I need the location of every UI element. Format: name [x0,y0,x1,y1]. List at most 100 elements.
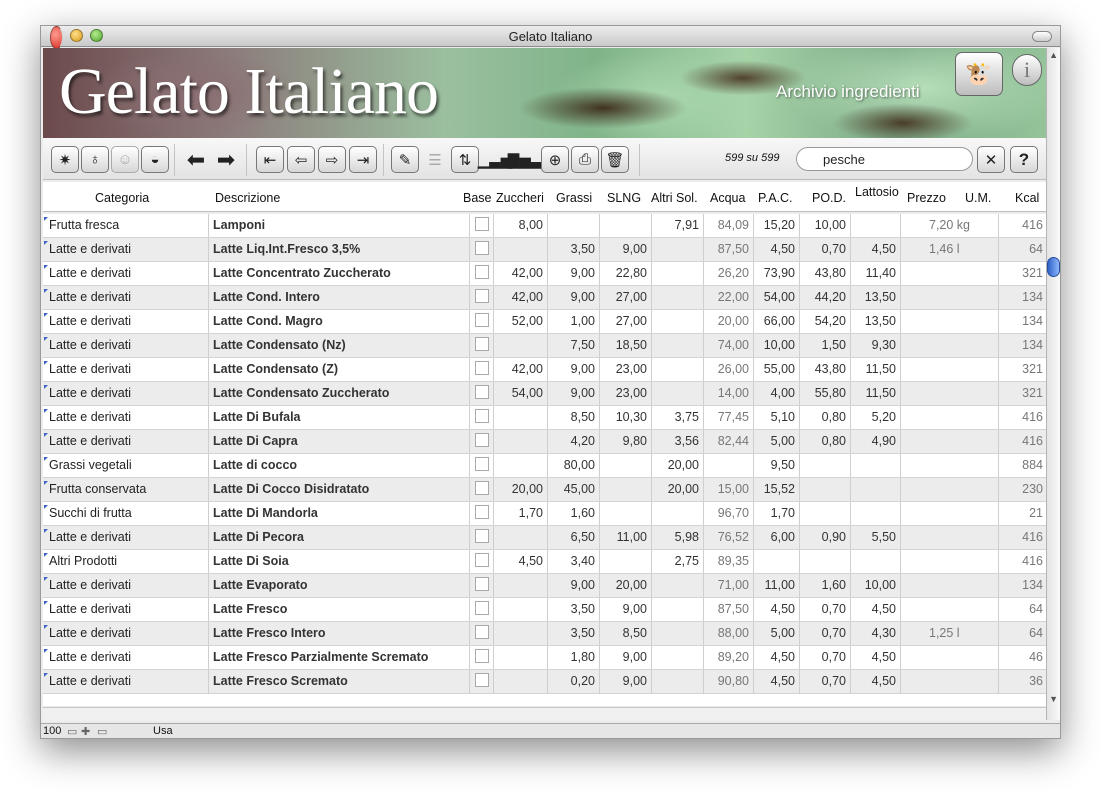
col-acqua[interactable]: Acqua [710,191,745,205]
cell-pod[interactable]: 0,90 [800,526,851,549]
cell-slng[interactable]: 9,00 [600,598,652,621]
cell-grassi[interactable]: 9,00 [548,382,600,405]
base-checkbox[interactable] [475,601,489,615]
ice-cream-icon[interactable]: ♁ [81,146,109,173]
cell-slng[interactable]: 22,80 [600,262,652,285]
table-row[interactable]: Latte e derivati Latte Condensato (Nz) 7,5… [43,334,1047,358]
cell-prezzo[interactable] [901,550,999,573]
col-pod[interactable]: PO.D. [812,191,846,205]
cell-zuccheri[interactable] [494,574,548,597]
search-input[interactable] [796,147,973,171]
cell-descrizione[interactable]: Latte Di Mandorla [210,502,470,525]
cell-prezzo[interactable] [901,478,999,501]
cell-lattosio[interactable]: 4,50 [851,646,901,669]
cell-prezzo[interactable] [901,406,999,429]
cell-lattosio[interactable]: 4,50 [851,598,901,621]
cell-pac[interactable] [754,550,800,573]
base-checkbox[interactable] [475,625,489,639]
cell-pod[interactable]: 0,80 [800,406,851,429]
cell-categoria[interactable]: Frutta fresca [43,214,209,237]
cell-zuccheri[interactable] [494,646,548,669]
cell-pac[interactable]: 10,00 [754,334,800,357]
sort-icon[interactable]: ⇅ [451,146,479,173]
base-checkbox[interactable] [475,289,489,303]
cell-descrizione[interactable]: Latte Concentrato Zuccherato [210,262,470,285]
cell-grassi[interactable]: 1,60 [548,502,600,525]
cell-lattosio[interactable]: 10,00 [851,574,901,597]
cell-lattosio[interactable] [851,502,901,525]
cell-pod[interactable] [800,454,851,477]
cell-categoria[interactable]: Latte e derivati [43,310,209,333]
compass-icon[interactable]: ✷ [51,146,79,173]
cell-prezzo[interactable] [901,598,999,621]
cell-acqua[interactable]: 77,45 [704,406,754,429]
cell-descrizione[interactable]: Latte Evaporato [210,574,470,597]
cell-slng[interactable]: 27,00 [600,286,652,309]
cell-prezzo[interactable] [901,286,999,309]
cell-slng[interactable]: 23,00 [600,358,652,381]
table-row[interactable]: Altri Prodotti Latte Di Soia 4,50 3,40 2,75 8… [43,550,1047,574]
cell-acqua[interactable]: 87,50 [704,238,754,261]
cell-altri[interactable]: 20,00 [652,478,704,501]
cell-zuccheri[interactable]: 42,00 [494,262,548,285]
cell-zuccheri[interactable]: 42,00 [494,358,548,381]
cell-categoria[interactable]: Latte e derivati [43,382,209,405]
cell-kcal[interactable]: 134 [999,574,1047,597]
cell-categoria[interactable]: Latte e derivati [43,526,209,549]
cell-prezzo[interactable] [901,454,999,477]
cell-categoria[interactable]: Latte e derivati [43,622,209,645]
cell-grassi[interactable]: 8,50 [548,406,600,429]
cell-altri[interactable] [652,358,704,381]
cell-prezzo[interactable] [901,310,999,333]
base-checkbox[interactable] [475,673,489,687]
cell-slng[interactable]: 23,00 [600,382,652,405]
base-checkbox[interactable] [475,481,489,495]
cell-lattosio[interactable]: 5,20 [851,406,901,429]
cell-kcal[interactable]: 134 [999,334,1047,357]
cell-slng[interactable]: 9,00 [600,646,652,669]
cell-altri[interactable]: 20,00 [652,454,704,477]
col-slng[interactable]: SLNG [607,191,641,205]
zoom-in-icon[interactable]: ✚ [81,725,90,738]
base-checkbox[interactable] [475,409,489,423]
cell-pod[interactable] [800,502,851,525]
cell-pod[interactable]: 0,70 [800,670,851,693]
cell-acqua[interactable]: 22,00 [704,286,754,309]
cell-categoria[interactable]: Latte e derivati [43,358,209,381]
col-pac[interactable]: P.A.C. [758,191,793,205]
cell-acqua[interactable]: 96,70 [704,502,754,525]
base-checkbox[interactable] [475,553,489,567]
table-row[interactable]: Latte e derivati Latte Concentrato Zucche… [43,262,1047,286]
cell-lattosio[interactable]: 4,30 [851,622,901,645]
cell-lattosio[interactable]: 4,50 [851,238,901,261]
cell-prezzo[interactable] [901,358,999,381]
cell-grassi[interactable]: 0,20 [548,670,600,693]
cell-kcal[interactable]: 46 [999,646,1047,669]
col-base[interactable]: Base [463,191,492,205]
cell-altri[interactable] [652,286,704,309]
base-checkbox[interactable] [475,577,489,591]
cell-slng[interactable] [600,550,652,573]
cell-lattosio[interactable]: 13,50 [851,286,901,309]
base-checkbox[interactable] [475,313,489,327]
cell-lattosio[interactable] [851,454,901,477]
cell-zuccheri[interactable]: 52,00 [494,310,548,333]
cell-pac[interactable]: 15,52 [754,478,800,501]
cow-small-icon[interactable]: ☺ [111,146,139,173]
cell-acqua[interactable]: 26,20 [704,262,754,285]
cell-descrizione[interactable]: Latte Di Cocco Disidratato [210,478,470,501]
cell-altri[interactable] [652,670,704,693]
cell-lattosio[interactable]: 9,30 [851,334,901,357]
cell-zuccheri[interactable] [494,406,548,429]
cell-grassi[interactable]: 3,50 [548,598,600,621]
cell-pod[interactable]: 55,80 [800,382,851,405]
cell-zuccheri[interactable] [494,622,548,645]
cell-acqua[interactable]: 15,00 [704,478,754,501]
table-row[interactable]: Frutta conservata Latte Di Cocco Disidrat… [43,478,1047,502]
table-row[interactable]: Latte e derivati Latte Condensato (Z) 42,0… [43,358,1047,382]
cell-categoria[interactable]: Latte e derivati [43,406,209,429]
cell-acqua[interactable]: 84,09 [704,214,754,237]
table-row[interactable]: Latte e derivati Latte Fresco Scremato 0,2… [43,670,1047,694]
col-um[interactable]: U.M. [965,191,991,205]
cell-zuccheri[interactable] [494,526,548,549]
